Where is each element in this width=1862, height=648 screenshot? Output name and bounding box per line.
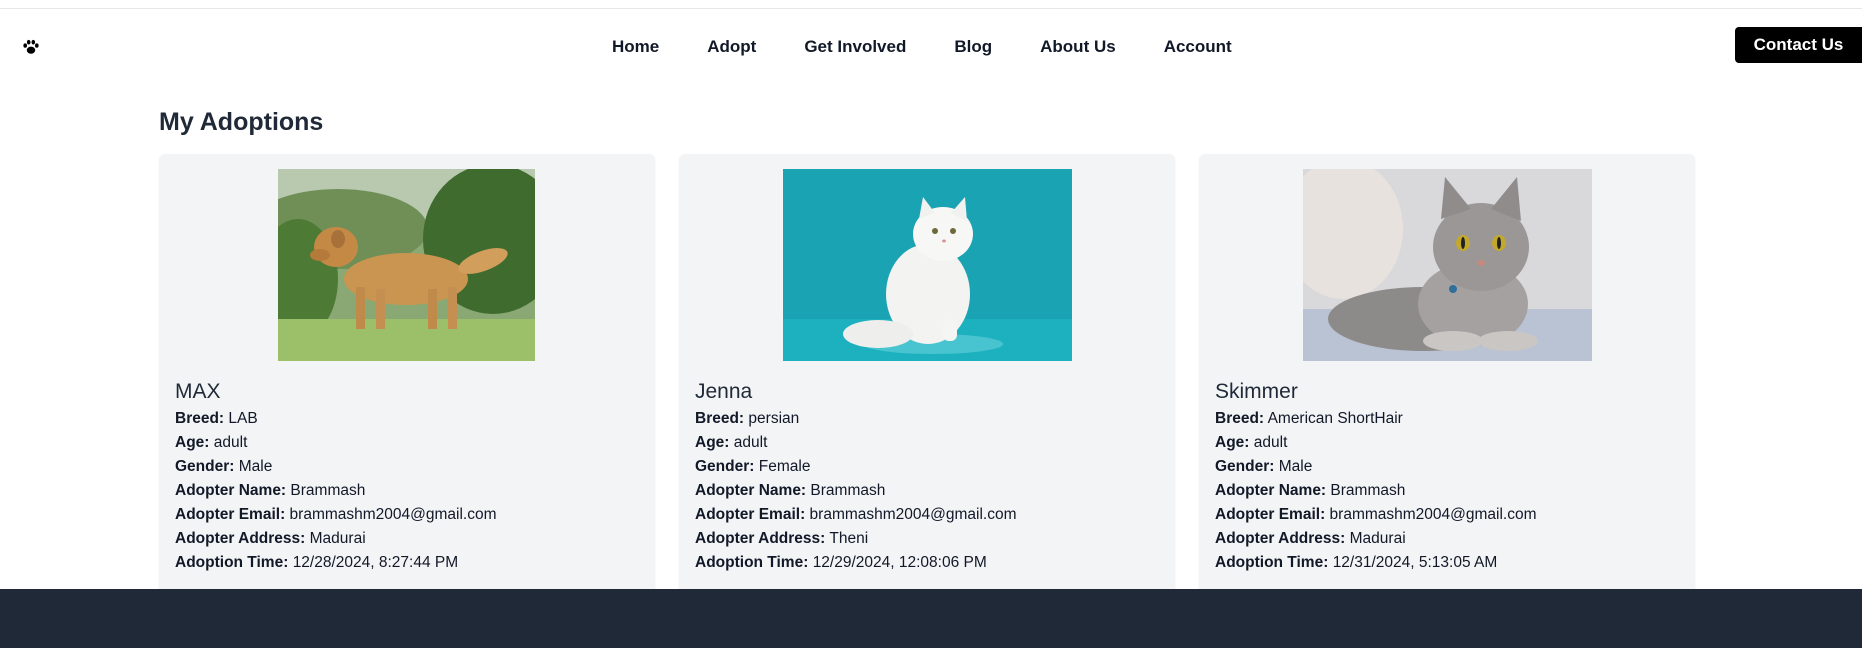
nav-link-blog[interactable]: Blog [954, 35, 992, 59]
age-label: Age: [695, 434, 730, 451]
breed-value: LAB [228, 410, 258, 427]
adoption-card-skimmer: Skimmer Breed: American ShortHair Age: a… [1199, 154, 1695, 594]
breed-value: American ShortHair [1267, 410, 1403, 427]
pet-name: Jenna [695, 380, 753, 403]
breed-label: Breed: [1215, 410, 1265, 427]
age-label: Age: [175, 434, 210, 451]
adoption-time-label: Adoption Time: [1215, 554, 1329, 571]
pet-photo-shorthair-cat [1303, 169, 1592, 361]
adopter-name-value: Brammash [810, 482, 886, 499]
nav-link-get-involved[interactable]: Get Involved [804, 35, 906, 59]
adopter-address-label: Adopter Address: [175, 530, 306, 547]
adoption-time-value: 12/29/2024, 12:08:06 PM [812, 554, 987, 571]
pet-name: Skimmer [1215, 380, 1298, 403]
adopter-email-label: Adopter Email: [175, 506, 286, 523]
age-label: Age: [1215, 434, 1250, 451]
contact-us-button[interactable]: Contact Us [1735, 27, 1862, 63]
age-value: adult [213, 434, 248, 451]
adoption-card-jenna: Jenna Breed: persian Age: adult Gender: … [679, 154, 1175, 594]
age-value: adult [733, 434, 768, 451]
adopter-address-value: Madurai [1349, 530, 1406, 547]
nav-link-about-us[interactable]: About Us [1040, 35, 1116, 59]
adoption-time-label: Adoption Time: [175, 554, 289, 571]
page-title: My Adoptions [159, 108, 324, 136]
adopter-name-label: Adopter Name: [1215, 482, 1327, 499]
gender-value: Female [758, 458, 811, 475]
gender-label: Gender: [175, 458, 235, 475]
gender-label: Gender: [1215, 458, 1275, 475]
adopter-name-label: Adopter Name: [695, 482, 807, 499]
nav-links: Home Adopt Get Involved Blog About Us Ac… [612, 35, 1232, 59]
gender-value: Male [1278, 458, 1313, 475]
pet-photo-golden-retriever [278, 169, 535, 361]
adoption-card-max: MAX Breed: LAB Age: adult Gender: Male A… [159, 154, 655, 594]
adoption-time-value: 12/28/2024, 8:27:44 PM [292, 554, 459, 571]
adopter-name-value: Brammash [290, 482, 366, 499]
pet-details: Breed: persian Age: adult Gender: Female… [695, 407, 1017, 575]
breed-value: persian [748, 410, 800, 427]
nav-link-adopt[interactable]: Adopt [707, 35, 756, 59]
adopter-email-value: brammashm2004@gmail.com [1329, 506, 1537, 523]
breed-label: Breed: [695, 410, 745, 427]
adoption-time-label: Adoption Time: [695, 554, 809, 571]
adopter-name-label: Adopter Name: [175, 482, 287, 499]
adopter-address-label: Adopter Address: [1215, 530, 1346, 547]
paw-icon[interactable] [22, 38, 40, 56]
gender-value: Male [238, 458, 273, 475]
adopter-address-value: Theni [829, 530, 869, 547]
age-value: adult [1253, 434, 1288, 451]
pet-photo-persian-cat [783, 169, 1072, 361]
nav-link-home[interactable]: Home [612, 35, 659, 59]
adopter-email-label: Adopter Email: [695, 506, 806, 523]
breed-label: Breed: [175, 410, 225, 427]
adopter-address-label: Adopter Address: [695, 530, 826, 547]
adopter-name-value: Brammash [1330, 482, 1406, 499]
nav-link-account[interactable]: Account [1164, 35, 1232, 59]
adopter-email-value: brammashm2004@gmail.com [809, 506, 1017, 523]
navbar: Home Adopt Get Involved Blog About Us Ac… [0, 9, 1862, 81]
adoption-time-value: 12/31/2024, 5:13:05 AM [1332, 554, 1498, 571]
pet-details: Breed: LAB Age: adult Gender: Male Adopt… [175, 407, 497, 575]
adopter-email-label: Adopter Email: [1215, 506, 1326, 523]
pet-name: MAX [175, 380, 221, 403]
gender-label: Gender: [695, 458, 755, 475]
adopter-address-value: Madurai [309, 530, 366, 547]
pet-details: Breed: American ShortHair Age: adult Gen… [1215, 407, 1537, 575]
footer [0, 589, 1862, 648]
adopter-email-value: brammashm2004@gmail.com [289, 506, 497, 523]
adoption-cards: MAX Breed: LAB Age: adult Gender: Male A… [159, 154, 1695, 594]
